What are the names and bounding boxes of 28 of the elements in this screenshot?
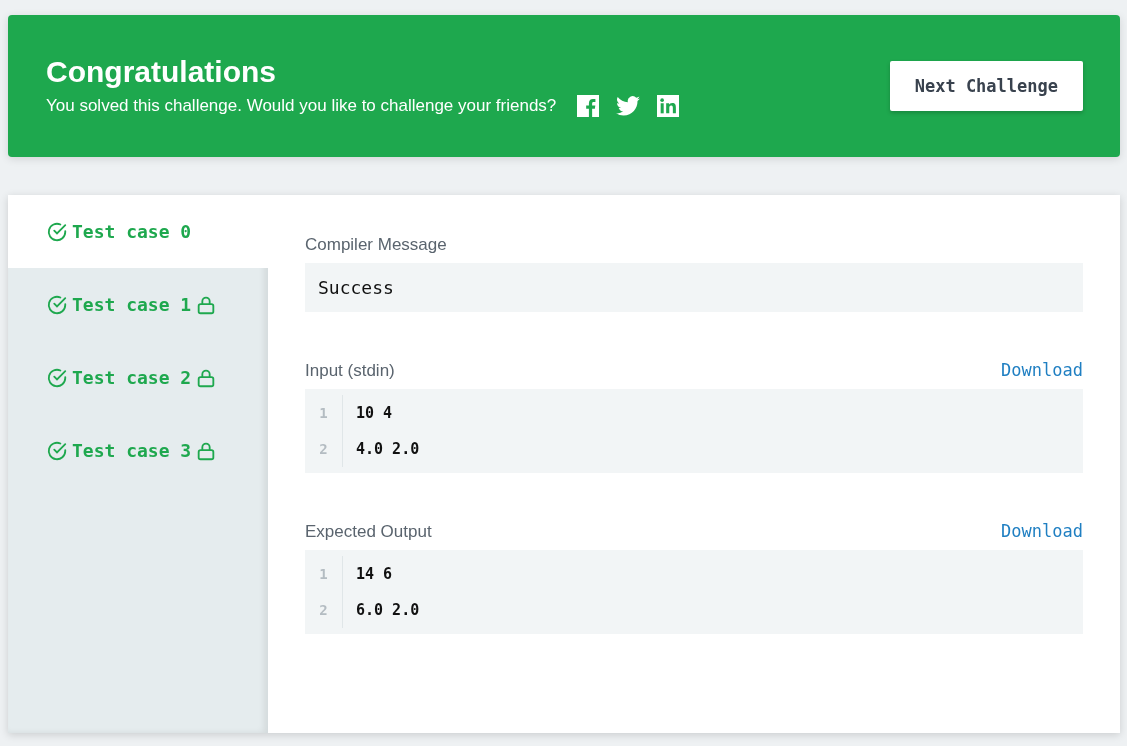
line-number: 1: [305, 556, 343, 592]
line-number: 2: [305, 592, 343, 628]
test-case-tab[interactable]: Test case 3: [8, 414, 268, 487]
code-line: 4.0 2.0: [355, 439, 421, 460]
download-link[interactable]: Download: [1001, 521, 1083, 541]
line-number: 2: [305, 431, 343, 467]
test-case-tab[interactable]: Test case 2: [8, 341, 268, 414]
section-label: Compiler Message: [305, 235, 447, 255]
section-label: Input (stdin): [305, 361, 395, 381]
test-case-tab[interactable]: Test case 0: [8, 195, 268, 268]
next-challenge-button[interactable]: Next Challenge: [889, 61, 1083, 111]
section-label: Expected Output: [305, 522, 432, 542]
twitter-icon[interactable]: [616, 95, 641, 117]
check-circle-icon: [46, 439, 68, 462]
facebook-icon[interactable]: [576, 95, 601, 117]
code-line: 6.0 2.0: [355, 600, 421, 621]
check-circle-icon: [46, 293, 68, 316]
linkedin-icon[interactable]: [656, 95, 681, 117]
line-number: 1: [305, 395, 343, 431]
code-line: 10 4: [355, 403, 394, 424]
download-link[interactable]: Download: [1001, 360, 1083, 380]
compiler-message: Success: [305, 263, 1083, 312]
banner-title: Congratulations: [46, 55, 277, 89]
check-circle-icon: [46, 366, 68, 389]
test-case-tab[interactable]: Test case 1: [8, 268, 268, 341]
check-circle-icon: [46, 220, 68, 243]
code-line: 14 6: [355, 564, 394, 585]
banner-message: You solved this challenge. Would you like to challenge your friends?: [46, 96, 557, 116]
